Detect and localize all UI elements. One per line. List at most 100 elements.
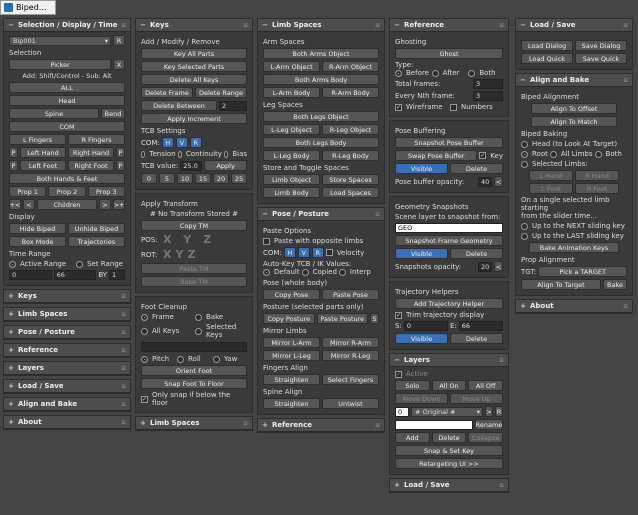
rollout-header-pose[interactable]: − Pose / Posture ≡ bbox=[258, 208, 384, 221]
foot-slider[interactable] bbox=[141, 342, 247, 352]
move-down-button[interactable]: Move Down bbox=[395, 393, 448, 404]
collapse-layer-button[interactable]: Collapse bbox=[468, 432, 504, 443]
fingers-straighten-button[interactable]: Straighten bbox=[263, 374, 320, 385]
solo-button[interactable]: Solo bbox=[395, 380, 430, 391]
tcb-preset-button[interactable]: 15 bbox=[195, 173, 211, 184]
bake-tm-button[interactable]: Bake TM bbox=[141, 276, 247, 287]
paste-opposite-checkbox[interactable] bbox=[263, 237, 270, 245]
traj-delete-button[interactable]: Delete bbox=[450, 333, 503, 344]
bake-radio[interactable] bbox=[195, 313, 202, 321]
pose-delete-button[interactable]: Delete bbox=[450, 163, 503, 174]
load-dialog-button[interactable]: Load Dialog bbox=[521, 40, 573, 51]
swap-pose-buffer-button[interactable]: Swap Pose Buffer bbox=[395, 150, 478, 161]
both-legs-object-button[interactable]: Both Legs Object bbox=[263, 111, 379, 122]
rollout-header-load-save[interactable]: + Load / Save ≡ bbox=[390, 479, 508, 492]
yaw-radio[interactable] bbox=[213, 355, 220, 363]
limb-body-button[interactable]: Limb Body bbox=[263, 187, 320, 198]
after-radio[interactable] bbox=[431, 69, 439, 77]
rollout-header-limb-spaces[interactable]: − Limb Spaces ≡ bbox=[258, 19, 384, 32]
key-checkbox[interactable]: ✓ bbox=[479, 152, 487, 159]
rhand-button[interactable]: Right Hand bbox=[68, 147, 114, 158]
r-leg-body-button[interactable]: R-Leg Body bbox=[322, 150, 379, 161]
copy-posture-button[interactable]: Copy Posture bbox=[263, 313, 315, 324]
total-frames-input[interactable]: 3 bbox=[473, 79, 503, 89]
delete-frame-button[interactable]: Delete Frame bbox=[141, 87, 193, 98]
tension-radio[interactable] bbox=[141, 150, 146, 158]
continuity-radio[interactable] bbox=[177, 150, 182, 158]
rollout-header-limb-spaces[interactable]: + Limb Spaces ≡ bbox=[136, 417, 252, 430]
tcb-preset-button[interactable]: 25 bbox=[231, 173, 247, 184]
opacity-arrow-button[interactable]: < bbox=[494, 176, 503, 187]
both-legs-body-button[interactable]: Both Legs Body bbox=[263, 137, 379, 148]
rename-button[interactable]: Rename bbox=[475, 419, 503, 430]
rollout-header-selection[interactable]: − Selection / Display / Time ≡ bbox=[4, 19, 130, 32]
align-to-match-button[interactable]: Align To Match bbox=[531, 116, 617, 127]
rollout-header-layers[interactable]: − Layers ≡ bbox=[390, 354, 508, 367]
rename-input[interactable] bbox=[395, 419, 473, 430]
l-arm-body-button[interactable]: L-Arm Body bbox=[263, 87, 320, 98]
delete-range-button[interactable]: Delete Range bbox=[195, 87, 247, 98]
paste-posture-button[interactable]: Paste Posture bbox=[316, 313, 368, 324]
l-hand-button[interactable]: L Hand bbox=[529, 170, 573, 181]
bias-radio[interactable] bbox=[223, 150, 229, 158]
spine-straighten-button[interactable]: Straighten bbox=[263, 398, 320, 409]
save-dialog-button[interactable]: Save Dialog bbox=[575, 40, 627, 51]
traj-visible-button[interactable]: Visible bbox=[395, 333, 448, 344]
clear-button[interactable]: X bbox=[113, 59, 125, 70]
paste-h-button[interactable]: H bbox=[283, 247, 296, 258]
trajectories-button[interactable]: Trajectories bbox=[68, 236, 125, 247]
apply-increment-button[interactable]: Apply Increment bbox=[141, 113, 247, 124]
copied-radio[interactable] bbox=[301, 268, 309, 276]
snap-delete-button[interactable]: Delete bbox=[450, 248, 503, 259]
com-v-button[interactable]: V bbox=[175, 137, 188, 148]
tcb-preset-button[interactable]: 5 bbox=[159, 173, 175, 184]
com-r-button[interactable]: R bbox=[189, 137, 202, 148]
bend-button[interactable]: Bend bbox=[101, 108, 125, 119]
layer-number-input[interactable]: 0 bbox=[395, 406, 409, 417]
refresh-button[interactable]: R bbox=[113, 35, 125, 46]
retargeting-ui-button[interactable]: Retargeting UI >> bbox=[395, 458, 503, 469]
l-leg-object-button[interactable]: L-Leg Object bbox=[263, 124, 320, 135]
pin-rhand-button[interactable]: P bbox=[116, 147, 125, 158]
pin-lhand-button[interactable]: P bbox=[9, 147, 18, 158]
rollout-header[interactable]: + About ≡ bbox=[4, 416, 130, 429]
pose-visible-button[interactable]: Visible bbox=[395, 163, 448, 174]
delete-all-keys-button[interactable]: Delete All Keys bbox=[141, 74, 247, 85]
l-foot-button[interactable]: L Foot bbox=[529, 183, 573, 194]
paste-v-button[interactable]: V bbox=[297, 247, 310, 258]
parent-button[interactable]: < bbox=[23, 199, 35, 210]
paste-pose-button[interactable]: Paste Pose bbox=[322, 289, 379, 300]
bake-animation-button[interactable]: Bake Animation Keys bbox=[529, 242, 619, 253]
active-range-radio[interactable] bbox=[9, 260, 16, 268]
rollout-header-load-save[interactable]: − Load / Save ≡ bbox=[516, 19, 632, 32]
l-leg-body-button[interactable]: L-Leg Body bbox=[263, 150, 320, 161]
active-checkbox[interactable]: ✓ bbox=[395, 370, 402, 378]
head-look-radio[interactable] bbox=[521, 140, 528, 148]
range-start-input[interactable]: 0 bbox=[9, 270, 52, 280]
head-button[interactable]: Head bbox=[9, 95, 125, 106]
both-radio[interactable] bbox=[468, 69, 476, 77]
rollout-header-reference[interactable]: + Reference ≡ bbox=[258, 419, 384, 432]
align-to-offset-button[interactable]: Align To Offset bbox=[531, 103, 617, 114]
snapshot-pose-buffer-button[interactable]: Snapshot Pose Buffer bbox=[395, 137, 503, 148]
traj-start-input[interactable]: 0 bbox=[403, 321, 449, 331]
tcb-preset-button[interactable]: 0 bbox=[141, 173, 157, 184]
window-titlebar[interactable]: Biped... bbox=[0, 0, 56, 15]
select-fingers-button[interactable]: Select Fingers bbox=[322, 374, 379, 385]
all-button[interactable]: ALL bbox=[9, 82, 125, 93]
unhide-biped-button[interactable]: Unhide Biped bbox=[68, 223, 125, 234]
key-selected-parts-button[interactable]: Key Selected Parts bbox=[141, 61, 247, 72]
rollout-header[interactable]: + Pose / Posture ≡ bbox=[4, 326, 130, 339]
mirror-l-leg-button[interactable]: Mirror L-Leg bbox=[263, 350, 320, 361]
layer-r-button[interactable]: R bbox=[495, 406, 503, 417]
delete-between-button[interactable]: Delete Between bbox=[141, 100, 217, 111]
l-arm-object-button[interactable]: L-Arm Object bbox=[263, 61, 320, 72]
rollout-header[interactable]: + Limb Spaces ≡ bbox=[4, 308, 130, 321]
rollout-header[interactable]: + Align and Bake ≡ bbox=[4, 398, 130, 411]
r-arm-body-button[interactable]: R-Arm Body bbox=[322, 87, 379, 98]
hide-biped-button[interactable]: Hide Biped bbox=[9, 223, 66, 234]
numbers-checkbox[interactable] bbox=[450, 103, 457, 111]
parent-add-button[interactable]: +< bbox=[9, 199, 21, 210]
key-all-parts-button[interactable]: Key All Parts bbox=[141, 48, 247, 59]
snap-opacity-arrow-button[interactable]: < bbox=[494, 261, 503, 272]
